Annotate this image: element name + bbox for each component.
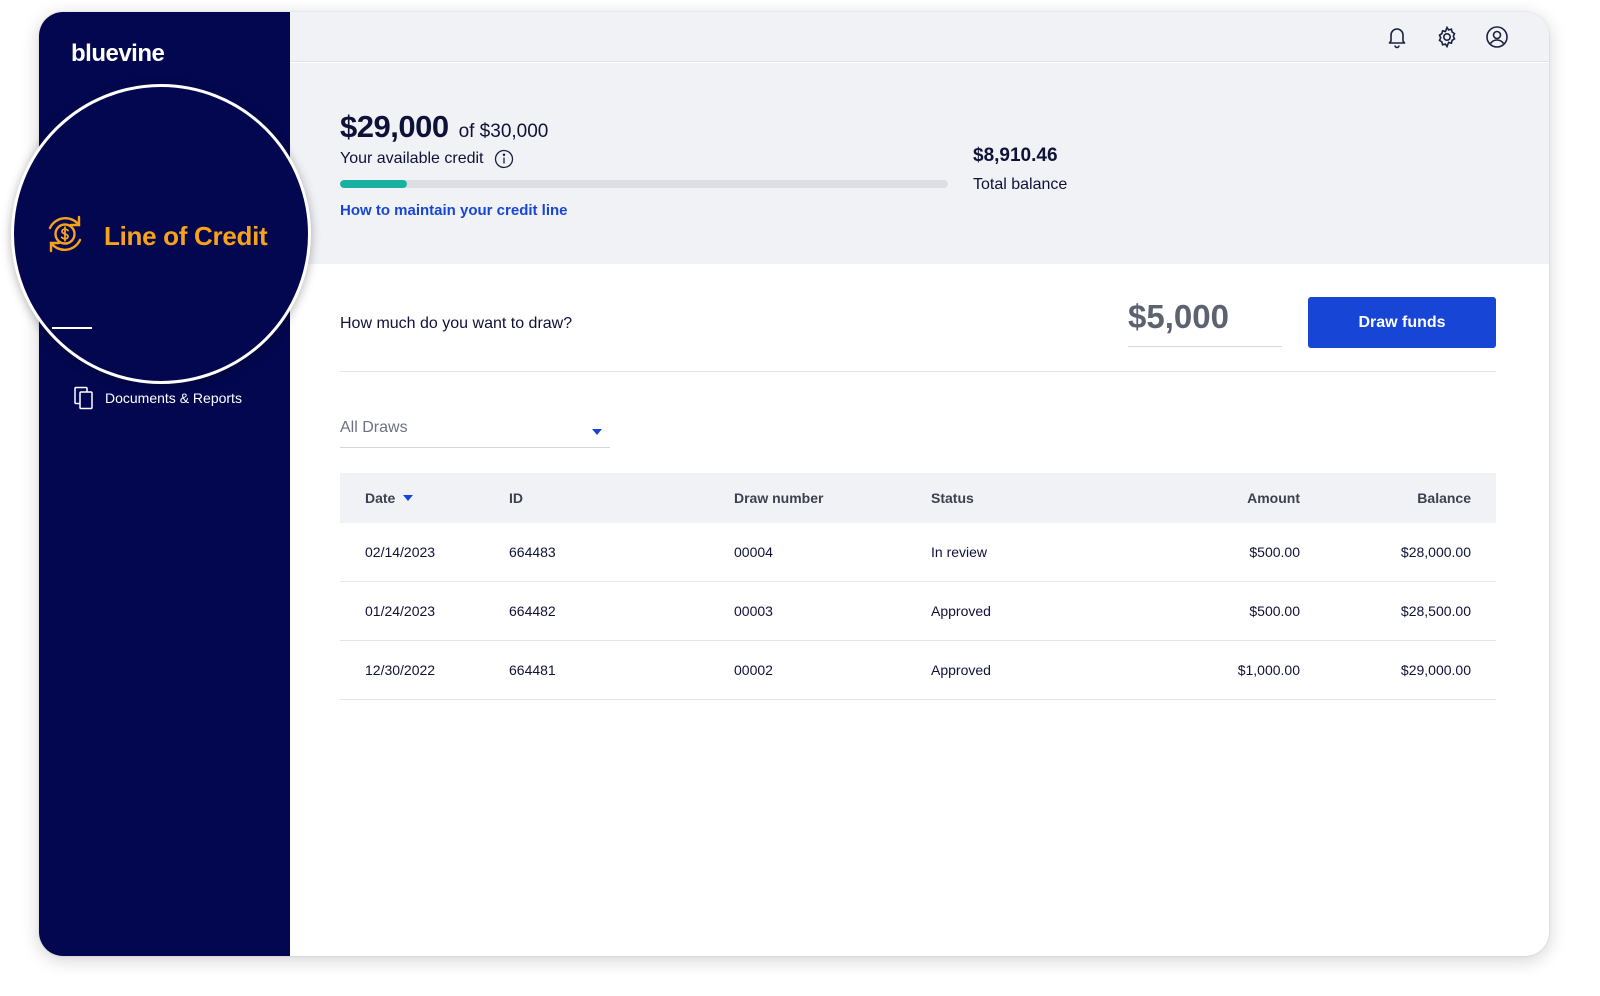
available-credit-label: Your available credit	[340, 150, 484, 167]
available-credit-amount: $29,000	[340, 109, 449, 144]
cell-amount: $500.00	[1249, 544, 1300, 560]
cell-id: 664481	[509, 662, 556, 678]
brand-logo: bluevine	[71, 40, 165, 67]
cell-date: 01/24/2023	[365, 603, 436, 619]
cell-date: 12/30/2022	[365, 662, 436, 678]
cell-id: 664482	[509, 603, 556, 619]
draw-question: How much do you want to draw?	[340, 315, 573, 332]
dollar-refresh-icon	[42, 211, 88, 262]
documents-icon	[73, 386, 95, 410]
draws-filter-dropdown[interactable]: All Draws	[340, 416, 610, 448]
credit-limit: of $30,000	[458, 121, 549, 142]
gear-icon[interactable]	[1435, 25, 1459, 49]
total-balance-amount: $8,910.46	[973, 145, 1058, 166]
sidebar-item-label: Line of Credit	[104, 221, 268, 251]
cell-amount: $1,000.00	[1237, 662, 1300, 678]
table-header: Date ID Draw number Status Amount Balanc…	[340, 473, 1496, 523]
column-header-id: ID	[509, 490, 523, 506]
top-bar	[290, 12, 1549, 62]
cell-draw-number: 00003	[734, 603, 773, 619]
table-row[interactable]: 01/24/2023 664482 00003 Approved $500.00…	[340, 582, 1496, 641]
column-header-date[interactable]: Date	[340, 490, 509, 506]
cell-draw-number: 00002	[734, 662, 773, 678]
sort-descending-icon[interactable]	[403, 495, 414, 501]
user-icon[interactable]	[1485, 25, 1509, 49]
chevron-down-icon	[592, 429, 602, 435]
draw-section: How much do you want to draw? Draw funds	[340, 264, 1496, 372]
magnifier-callout: Line of Credit	[11, 84, 311, 384]
active-indicator	[52, 327, 92, 329]
sidebar-item-documents-reports[interactable]: Documents & Reports	[73, 386, 242, 410]
table-row[interactable]: 12/30/2022 664481 00002 Approved $1,000.…	[340, 641, 1496, 700]
cell-date: 02/14/2023	[365, 544, 436, 560]
draw-amount-input[interactable]	[1128, 296, 1282, 347]
draw-funds-button[interactable]: Draw funds	[1308, 297, 1496, 348]
credit-usage-progress	[340, 180, 948, 188]
draws-table: Date ID Draw number Status Amount Balanc…	[340, 473, 1496, 700]
cell-status: In review	[931, 544, 988, 560]
maintain-credit-line-link[interactable]: How to maintain your credit line	[340, 202, 568, 219]
column-header-balance: Balance	[1417, 490, 1471, 506]
column-header-amount: Amount	[1247, 490, 1300, 506]
bell-icon[interactable]	[1385, 25, 1409, 49]
column-header-status: Status	[931, 490, 974, 506]
cell-status: Approved	[931, 603, 991, 619]
cell-balance: $29,000.00	[1400, 662, 1471, 678]
credit-usage-progress-fill	[340, 180, 407, 188]
credit-summary: $29,000 of $30,000 Your available credit…	[290, 63, 1549, 264]
sidebar-item-label: Documents & Reports	[105, 390, 242, 406]
draws-filter-value: All Draws	[340, 419, 408, 436]
info-icon[interactable]	[494, 149, 514, 169]
cell-id: 664483	[509, 544, 556, 560]
cell-amount: $500.00	[1249, 603, 1300, 619]
cell-draw-number: 00004	[734, 544, 773, 560]
table-row[interactable]: 02/14/2023 664483 00004 In review $500.0…	[340, 523, 1496, 582]
sidebar-item-line-of-credit[interactable]: Line of Credit	[42, 211, 268, 262]
cell-balance: $28,000.00	[1400, 544, 1471, 560]
column-header-draw-number: Draw number	[734, 490, 824, 506]
cell-status: Approved	[931, 662, 991, 678]
column-header-label: Date	[365, 490, 396, 506]
total-balance-label: Total balance	[973, 176, 1068, 193]
cell-balance: $28,500.00	[1400, 603, 1471, 619]
